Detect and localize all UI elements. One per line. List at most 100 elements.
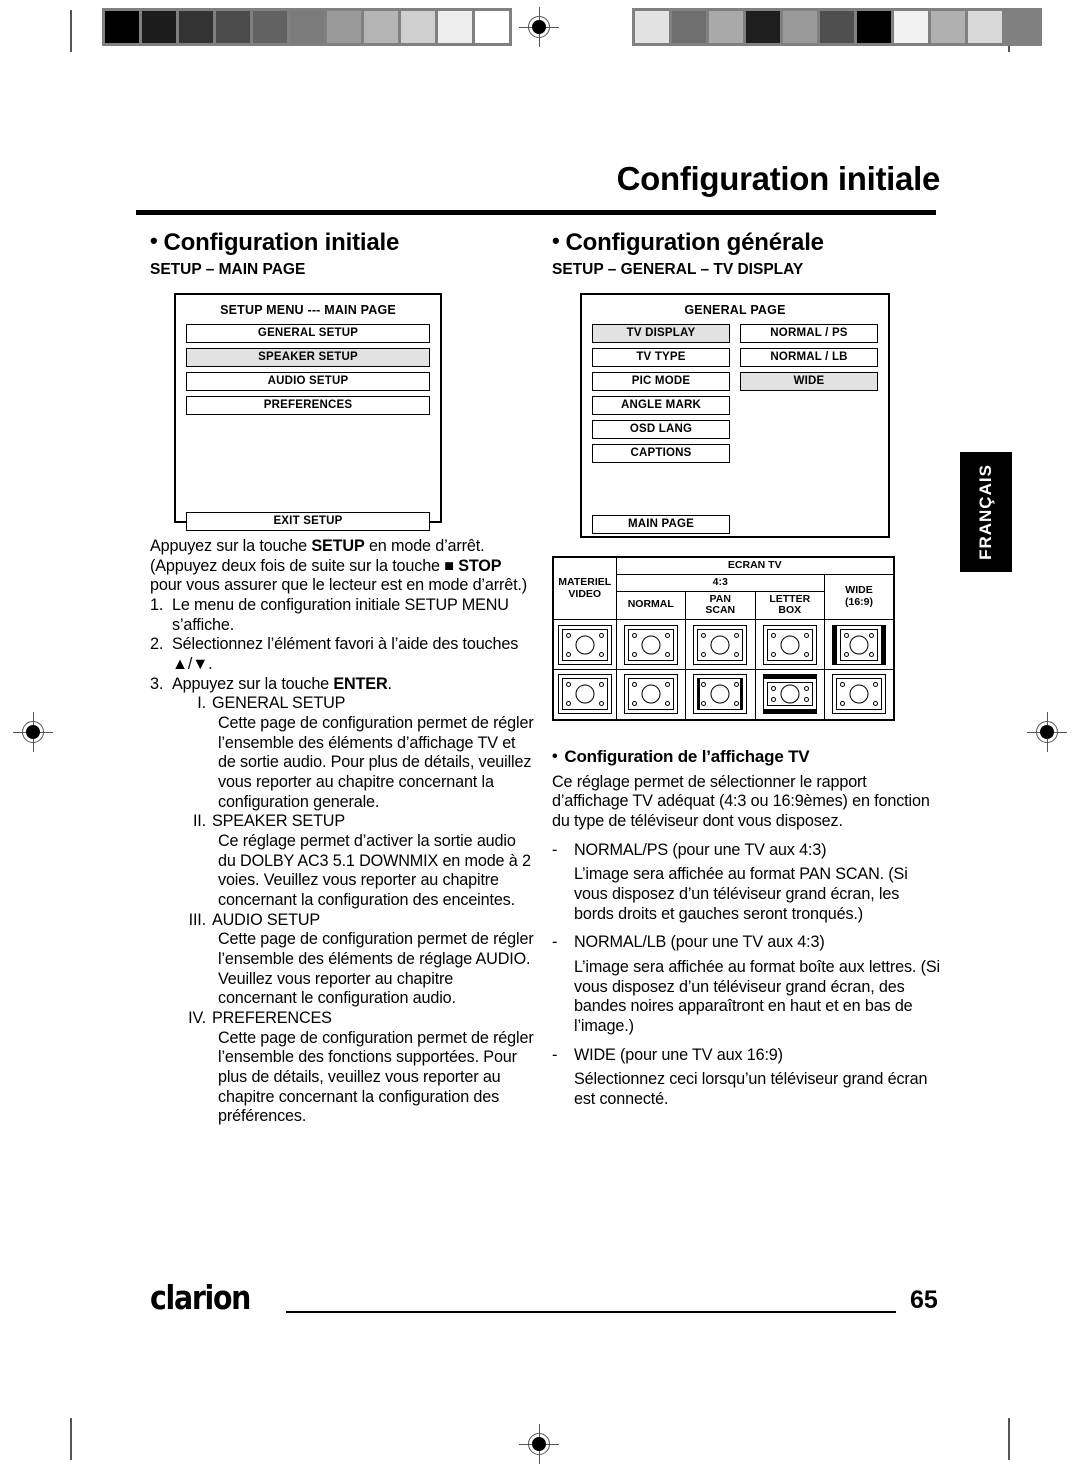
- osd-right-items: NORMAL / PS NORMAL / LB WIDE: [740, 324, 878, 468]
- left-subheading: SETUP – MAIN PAGE: [150, 261, 306, 278]
- page-number: 65: [910, 1286, 938, 1314]
- step-number: 2.: [150, 635, 164, 654]
- roman-item-4-body: Cette page de configuration permet de ré…: [218, 1028, 534, 1126]
- option-body: L’image sera affichée au format PAN SCAN…: [574, 865, 908, 923]
- dash-marker: -: [552, 840, 558, 859]
- roman-number: I.: [197, 694, 206, 713]
- tv-display-section: • Configuration de l’affichage TV Ce régl…: [552, 747, 942, 1110]
- cell-source-4-3: [552, 619, 617, 670]
- osd-item-speaker-setup[interactable]: SPEAKER SETUP: [186, 348, 430, 367]
- osd-item-general-setup[interactable]: GENERAL SETUP: [186, 324, 430, 343]
- option-label-row: - NORMAL/PS (pour une TV aux 4:3): [552, 841, 942, 861]
- tv-screen-icon-letter-box: [762, 674, 817, 715]
- clarion-logo: clarion: [150, 1278, 251, 1317]
- cell-16-9-normal: [615, 669, 686, 720]
- osd-item-osd-lang[interactable]: OSD LANG: [592, 420, 730, 439]
- roman-title: PREFERENCES: [212, 1009, 332, 1028]
- language-side-tab: FRANÇAIS: [960, 452, 1012, 572]
- option-label-row: - WIDE (pour une TV aux 16:9): [552, 1046, 942, 1066]
- step-text: Le menu de configuration initiale SETUP …: [172, 596, 509, 634]
- left-intro-paragraph: Appuyez sur la touche SETUP en mode d’ar…: [150, 537, 535, 596]
- option-label-row: - NORMAL/LB (pour une TV aux 4:3): [552, 933, 942, 953]
- step-item-2: 2. Sélectionnez l’élément favori à l’aid…: [150, 635, 535, 674]
- roman-title: GENERAL SETUP: [212, 694, 346, 713]
- option-body: L’image sera affichée au format boîte au…: [574, 957, 940, 1035]
- step-item-1: 1. Le menu de configuration initiale SET…: [150, 596, 535, 635]
- tv-display-intro: Ce réglage permet de sélectionner le rap…: [552, 772, 930, 830]
- setup-keyword: SETUP: [311, 537, 365, 555]
- header-letter-box-line2: BOX: [778, 604, 802, 617]
- manual-page: Configuration initiale • Configuration in…: [0, 0, 1080, 1474]
- step-text-c: .: [387, 674, 393, 693]
- right-subheading: SETUP – GENERAL – TV DISPLAY: [552, 261, 804, 278]
- roman-item-1-body: Cette page de configuration permet de ré…: [218, 714, 534, 811]
- osd-item-audio-setup[interactable]: AUDIO SETUP: [186, 372, 430, 391]
- bullet-icon: •: [150, 228, 158, 253]
- osd-option-wide[interactable]: WIDE: [740, 372, 878, 391]
- osd-option-normal-ps[interactable]: NORMAL / PS: [740, 324, 878, 343]
- dash-marker: -: [552, 933, 558, 952]
- osd-item-captions[interactable]: CAPTIONS: [592, 444, 730, 463]
- left-column: • Configuration initiale SETUP – MAIN PAG…: [150, 228, 535, 1127]
- osd-item-tv-type[interactable]: TV TYPE: [592, 348, 730, 367]
- header-wide-line2: (16:9): [844, 595, 873, 608]
- stop-keyword: STOP: [458, 556, 502, 575]
- left-section-heading-label: Configuration initiale: [163, 229, 400, 256]
- cell-source-16-9: [552, 669, 617, 720]
- osd-option-normal-lb[interactable]: NORMAL / LB: [740, 348, 878, 367]
- osd-left-items: TV DISPLAY TV TYPE PIC MODE ANGLE MARK O…: [592, 324, 730, 468]
- tv-screen-icon: [557, 624, 612, 665]
- osd-title: SETUP MENU --- MAIN PAGE: [220, 303, 396, 317]
- tv-screen-icon-side-bars: [832, 624, 886, 665]
- option-label: NORMAL/LB (pour une TV aux 4:3): [574, 933, 825, 952]
- osd-item-exit-setup[interactable]: EXIT SETUP: [186, 512, 430, 531]
- cell-16-9-pan-scan: [685, 669, 756, 720]
- tv-display-section-title: • Configuration de l’affichage TV: [552, 747, 942, 767]
- roman-title: AUDIO SETUP: [212, 910, 321, 929]
- cell-16-9-letter-box: [754, 669, 825, 720]
- table-row: [552, 619, 895, 670]
- cell-wide-from-4-3: [824, 619, 895, 670]
- osd-spacer: [592, 468, 878, 515]
- osd-item-tv-display[interactable]: TV DISPLAY: [592, 324, 730, 343]
- osd-item-main-page[interactable]: MAIN PAGE: [592, 515, 730, 534]
- osd-item-angle-mark[interactable]: ANGLE MARK: [592, 396, 730, 415]
- option-label: NORMAL/PS (pour une TV aux 4:3): [574, 840, 827, 859]
- tv-option-normal-lb: - NORMAL/LB (pour une TV aux 4:3) L’imag…: [552, 933, 942, 1036]
- roman-item-1-heading: I. GENERAL SETUP: [172, 694, 535, 714]
- option-body: Sélectionnez ceci lorsqu’un téléviseur g…: [574, 1070, 928, 1108]
- option-label: WIDE (pour une TV aux 16:9): [574, 1045, 783, 1064]
- right-section-heading-label: Configuration générale: [565, 229, 824, 256]
- tv-screen-icon-pan-scan: [693, 674, 748, 715]
- tv-screen-icon: [693, 624, 748, 665]
- tv-display-section-title-label: Configuration de l’affichage TV: [564, 746, 810, 766]
- header-normal: NORMAL: [615, 590, 686, 620]
- bullet-icon: •: [552, 228, 560, 253]
- language-side-tab-label: FRANÇAIS: [976, 464, 995, 560]
- footer-rule: [286, 1311, 896, 1314]
- tv-screen-icon: [623, 624, 678, 665]
- intro-text-a: Appuyez sur la touche: [150, 537, 312, 555]
- intro-text-e: pour vous assurer que le lecteur est en …: [150, 576, 528, 595]
- roman-item-2-heading: II. SPEAKER SETUP: [172, 812, 535, 832]
- right-section-heading: • Configuration générale: [552, 228, 942, 257]
- tv-option-wide: - WIDE (pour une TV aux 16:9) Sélectionn…: [552, 1046, 942, 1110]
- step-text: Appuyez sur la touche ENTER.: [172, 675, 535, 695]
- step-text: Sélectionnez l’élément favori à l’aide d…: [172, 635, 519, 674]
- roman-number: II.: [192, 812, 206, 831]
- tv-screen-icon: [557, 674, 612, 715]
- right-column: • Configuration générale SETUP – GENERAL …: [552, 228, 942, 1110]
- left-section-heading: • Configuration initiale: [150, 228, 535, 257]
- roman-item-2-body: Ce réglage permet d’activer la sortie au…: [218, 832, 531, 910]
- tv-screen-icon: [832, 674, 886, 715]
- osd-item-preferences[interactable]: PREFERENCES: [186, 396, 430, 415]
- header-letter-box: LETTER BOX: [754, 590, 825, 620]
- step-text-a: Appuyez sur la touche: [172, 674, 334, 693]
- bullet-icon: •: [552, 747, 558, 765]
- header-materiel-video: MATERIEL VIDEO: [552, 556, 617, 620]
- step-item-3: 3. Appuyez sur la touche ENTER.: [150, 675, 535, 695]
- tv-screen-icon: [623, 674, 678, 715]
- roman-item-3-heading: III. AUDIO SETUP: [172, 911, 535, 931]
- dash-marker: -: [552, 1045, 558, 1064]
- osd-item-pic-mode[interactable]: PIC MODE: [592, 372, 730, 391]
